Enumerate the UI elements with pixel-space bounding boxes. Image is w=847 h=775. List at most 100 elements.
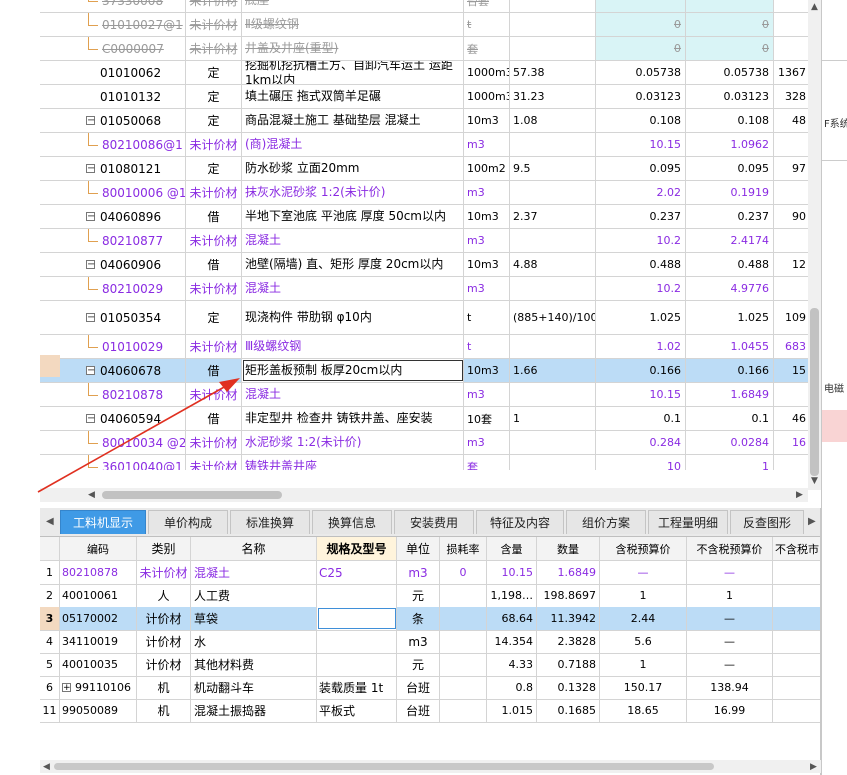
row-name[interactable]: Ⅲ级螺纹钢	[242, 335, 464, 358]
column-header[interactable]: 名称	[191, 537, 317, 560]
resource-row[interactable]: 11 99050089 机混凝土振捣器 平板式 台班 1.015 0.1685 18.65 16…	[40, 699, 821, 723]
collapse-icon[interactable]: −	[86, 313, 95, 323]
row-quantity-expression[interactable]	[510, 277, 596, 300]
quota-row[interactable]: 04060896 借半地下室池底 平池底 厚度 50cm以内 10m3 2.37 0.2…	[40, 205, 808, 229]
row-name[interactable]: 池壁(隔墙) 直、矩形 厚度 20cm以内	[242, 253, 464, 276]
column-header[interactable]: 数量	[537, 537, 600, 560]
row-quantity-expression[interactable]	[510, 383, 596, 406]
tab-2[interactable]: 单价构成	[148, 510, 228, 534]
row-name[interactable]: (商)混凝土	[242, 133, 464, 156]
scroll-right-arrow-icon[interactable]: ▶	[796, 490, 803, 500]
row-quantity-expression[interactable]: (885+140)/1000	[510, 301, 596, 334]
resource-row[interactable]: 1 80210878 未计价材 混凝土 C25 m3 0 10.15 1.6849— —	[40, 561, 821, 585]
resource-cnt[interactable]: 14.354	[487, 630, 537, 653]
row-quantity-expression[interactable]	[510, 37, 596, 60]
vertical-scroll-thumb[interactable]	[810, 308, 819, 476]
row-name[interactable]: 混凝土	[242, 277, 464, 300]
horizontal-scrollbar-bottom[interactable]: ◀ ▶	[40, 760, 821, 773]
scroll-left-arrow-icon[interactable]: ◀	[43, 762, 50, 772]
row-name[interactable]: 防水砂浆 立面20mm	[242, 157, 464, 180]
row-quantity-expression[interactable]: 2.37	[510, 205, 596, 228]
row-quantity-expression[interactable]: 1.66	[510, 359, 596, 382]
row-name[interactable]: 填土碾压 拖式双筒羊足碾	[242, 85, 464, 108]
collapse-icon[interactable]: −	[86, 414, 95, 424]
tab-scroll-right-icon[interactable]: ▶	[808, 516, 816, 527]
row-name[interactable]: 非定型井 检查井 铸铁井盖、座安装	[242, 407, 464, 430]
quota-row[interactable]: C0000007 未计价材 井盖及井座(重型) 套 0 0	[40, 37, 808, 61]
quota-row[interactable]: 04060678 借矩形盖板预制 板厚20cm以内 10m3 1.66 0.166 0.1…	[40, 359, 808, 383]
row-name[interactable]: Ⅱ级螺纹钢	[242, 13, 464, 36]
row-name[interactable]: 混凝土	[242, 383, 464, 406]
row-name[interactable]: 抹灰水泥砂浆 1:2(未计价)	[242, 181, 464, 204]
resource-cnt[interactable]: 10.15	[487, 561, 537, 584]
row-quantity-expression[interactable]: 1.08	[510, 109, 596, 132]
quota-row[interactable]: 04060594 借非定型井 检查井 铸铁井盖、座安装 10套 1 0.1 0.1 46−	[40, 407, 808, 431]
resource-spec[interactable]: 平板式	[317, 699, 397, 722]
tab-6[interactable]: 特征及内容	[476, 510, 564, 534]
collapse-icon[interactable]: −	[86, 116, 95, 126]
tab-1[interactable]: 工料机显示	[60, 510, 146, 534]
scroll-left-arrow-icon[interactable]: ◀	[88, 490, 95, 500]
resource-spec[interactable]	[317, 630, 397, 653]
quota-row[interactable]: 01010062 定挖掘机挖抗槽土方、自卸汽车运土 运距1km以内 1000m3 57…	[40, 61, 808, 85]
quota-row[interactable]: 04060906 借池壁(隔墙) 直、矩形 厚度 20cm以内 10m3 4.88 0.…	[40, 253, 808, 277]
vertical-scrollbar[interactable]: ▲ ▼	[808, 0, 821, 490]
tab-7[interactable]: 组价方案	[566, 510, 646, 534]
row-name[interactable]: 半地下室池底 平池底 厚度 50cm以内	[242, 205, 464, 228]
row-quantity-expression[interactable]	[510, 13, 596, 36]
scroll-right-arrow-icon[interactable]: ▶	[810, 762, 817, 772]
row-quantity-expression[interactable]: 4.88	[510, 253, 596, 276]
scroll-up-arrow-icon[interactable]: ▲	[811, 2, 818, 12]
column-header[interactable]: 含量	[487, 537, 537, 560]
collapse-icon[interactable]: −	[86, 366, 95, 376]
column-header[interactable]: 含税预算价	[600, 537, 687, 560]
quota-row[interactable]: 01010029 未计价材 Ⅲ级螺纹钢 t 1.02 1.0455 683	[40, 335, 808, 359]
scroll-down-arrow-icon[interactable]: ▼	[811, 476, 818, 486]
quota-row[interactable]: 80210878 未计价材 混凝土 m3 10.15 1.6849	[40, 383, 808, 407]
quota-row[interactable]: 80210086@1 未计价材 (商)混凝土 m3 10.15 1.0962	[40, 133, 808, 157]
horizontal-scrollbar-top[interactable]: ◀ ▶	[40, 488, 808, 502]
row-name[interactable]: 井盖及井座(重型)	[242, 37, 464, 60]
resource-row[interactable]: 4 34110019 计价材水 m3 14.354 2.3828 5.6—	[40, 630, 821, 654]
row-quantity-expression[interactable]	[510, 335, 596, 358]
row-name[interactable]: 铸铁井盖井座	[242, 455, 464, 470]
quota-row[interactable]: 01050068 定商品混凝土施工 基础垫层 混凝土 10m3 1.08 0.108 0.…	[40, 109, 808, 133]
row-name[interactable]: 混凝土	[242, 229, 464, 252]
row-quantity-expression[interactable]	[510, 431, 596, 454]
row-quantity-expression[interactable]	[510, 455, 596, 470]
row-name[interactable]: 矩形盖板预制 板厚20cm以内	[242, 359, 464, 382]
row-quantity-expression[interactable]	[510, 181, 596, 204]
tab-9[interactable]: 反查图形	[730, 510, 804, 534]
row-name[interactable]: 现浇构件 带肋钢 φ10内	[242, 301, 464, 334]
tab-8[interactable]: 工程量明细	[648, 510, 728, 534]
horizontal-scroll-thumb-bottom[interactable]	[54, 763, 714, 770]
quota-row[interactable]: 37330008 未计价材 底座 台套	[40, 0, 808, 13]
resource-cnt[interactable]: 68.64	[487, 607, 537, 630]
tab-5[interactable]: 安装费用	[394, 510, 474, 534]
row-quantity-expression[interactable]	[510, 133, 596, 156]
expand-icon[interactable]: +	[62, 683, 71, 693]
row-quantity-expression[interactable]: 31.23	[510, 85, 596, 108]
row-quantity-expression[interactable]: 1	[510, 407, 596, 430]
quota-row[interactable]: 80010006 @1 未计价材 抹灰水泥砂浆 1:2(未计价) m3 2.02 0.19…	[40, 181, 808, 205]
resource-spec[interactable]: C25	[317, 561, 397, 584]
row-name[interactable]: 挖掘机挖抗槽土方、自卸汽车运土 运距1km以内	[242, 61, 464, 84]
resource-spec[interactable]	[317, 653, 397, 676]
column-header[interactable]: 类别	[137, 537, 191, 560]
quota-row[interactable]: 01050354 定现浇构件 带肋钢 φ10内 t (885+140)/1000 1.0…	[40, 301, 808, 335]
quota-grid[interactable]: 37330008 未计价材 底座 台套 01010027@1 未计价材 Ⅱ级螺纹钢 t 0 0 C0…	[40, 0, 808, 470]
collapse-icon[interactable]: −	[86, 260, 95, 270]
resource-cnt[interactable]: 1.015	[487, 699, 537, 722]
row-quantity-expression[interactable]: 57.38	[510, 61, 596, 84]
column-header[interactable]: 不含税预算价	[687, 537, 773, 560]
tab-scroll-left-icon[interactable]: ◀	[46, 516, 54, 527]
resource-row[interactable]: 3 05170002 计价材 草袋 条 68.64 11.3942 2.44—	[40, 607, 821, 631]
row-name[interactable]: 水泥砂浆 1:2(未计价)	[242, 431, 464, 454]
row-name[interactable]: 底座	[242, 0, 464, 12]
resource-grid[interactable]: 编码 类别 名称 规格及型号 单位 损耗率 含量 数量 含税预算价 不含税预算价 不含税市 1 8021…	[40, 537, 821, 747]
collapse-icon[interactable]: −	[86, 164, 95, 174]
quota-row[interactable]: 01080121 定防水砂浆 立面20mm 100m2 9.5 0.095 0.095 97…	[40, 157, 808, 181]
column-header[interactable]: 单位	[397, 537, 440, 560]
resource-spec[interactable]	[317, 607, 397, 630]
horizontal-scroll-thumb-top[interactable]	[102, 491, 282, 499]
